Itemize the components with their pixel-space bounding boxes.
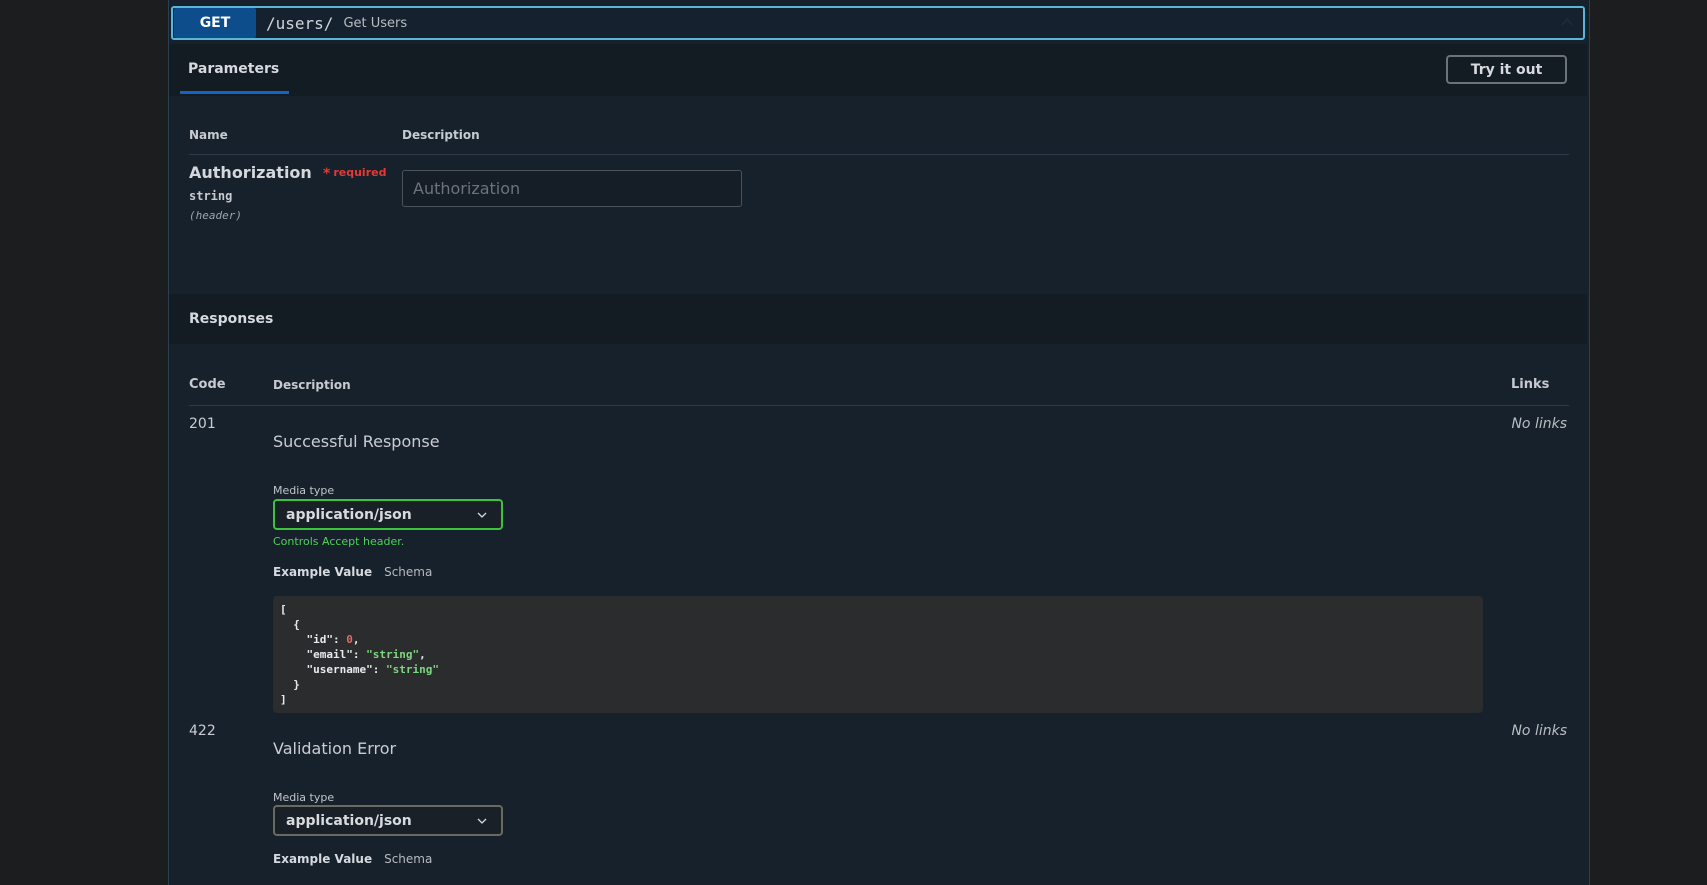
tab-example-value[interactable]: Example Value (273, 565, 372, 579)
example-tabs: Example Value Schema (273, 852, 432, 866)
column-header-response-description: Description (273, 378, 351, 392)
required-label: required (333, 166, 387, 179)
response-code: 422 (189, 723, 216, 739)
http-method-badge: GET (174, 8, 256, 38)
code-bracket: ] (280, 693, 287, 706)
responses-header: Responses (169, 294, 1587, 344)
code-bracket: [ (280, 603, 287, 616)
param-location: (header) (189, 209, 242, 222)
response-description: Successful Response (273, 432, 440, 451)
code-key-email: "email" (306, 648, 353, 661)
media-type-value: application/json (286, 506, 412, 523)
response-links: No links (1511, 416, 1567, 432)
code-value-username: "string" (385, 663, 439, 676)
authorization-input[interactable] (402, 170, 742, 207)
operation-summary-text: Get Users (343, 15, 408, 31)
code-brace: } (293, 678, 300, 691)
code-brace: { (293, 618, 300, 631)
responses-title: Responses (189, 311, 274, 327)
param-type: string (189, 189, 233, 203)
media-type-select[interactable]: application/json (273, 805, 503, 836)
operation-summary[interactable]: GET /users/ Get Users (171, 6, 1585, 40)
column-header-code: Code (189, 377, 226, 392)
code-key-id: "id" (306, 633, 334, 646)
chevron-down-icon (477, 512, 487, 518)
required-badge: * required (323, 164, 387, 182)
required-star: * (323, 166, 331, 182)
tab-schema[interactable]: Schema (384, 852, 432, 866)
chevron-up-icon[interactable] (1559, 14, 1575, 30)
code-value-email: "string" (366, 648, 420, 661)
try-it-out-button[interactable]: Try it out (1446, 55, 1567, 84)
param-name: Authorization (189, 163, 312, 182)
response-links: No links (1511, 723, 1567, 739)
column-header-description: Description (402, 128, 480, 142)
parameters-header: Parameters Try it out (169, 44, 1587, 96)
tab-parameters-label: Parameters (188, 61, 280, 77)
media-type-value: application/json (286, 812, 412, 829)
divider (189, 405, 1569, 406)
media-type-label: Media type (273, 484, 335, 497)
column-header-name: Name (189, 128, 228, 142)
code-value-id: 0 (346, 633, 353, 646)
response-description: Validation Error (273, 739, 397, 758)
media-type-select[interactable]: application/json (273, 499, 503, 530)
media-type-label: Media type (273, 791, 335, 804)
example-code-block: [ { "id": 0, "email": "string", "usernam… (273, 596, 1483, 713)
response-code: 201 (189, 416, 216, 432)
example-tabs: Example Value Schema (273, 565, 432, 579)
code-key-username: "username" (306, 663, 373, 676)
tab-schema[interactable]: Schema (384, 565, 432, 579)
column-header-links: Links (1511, 377, 1550, 392)
operation-path: /users/ (266, 13, 334, 33)
controls-accept-note: Controls Accept header. (273, 535, 405, 548)
chevron-down-icon (477, 818, 487, 824)
tab-parameters[interactable]: Parameters (180, 44, 289, 94)
divider (189, 154, 1569, 155)
tab-example-value[interactable]: Example Value (273, 852, 372, 866)
